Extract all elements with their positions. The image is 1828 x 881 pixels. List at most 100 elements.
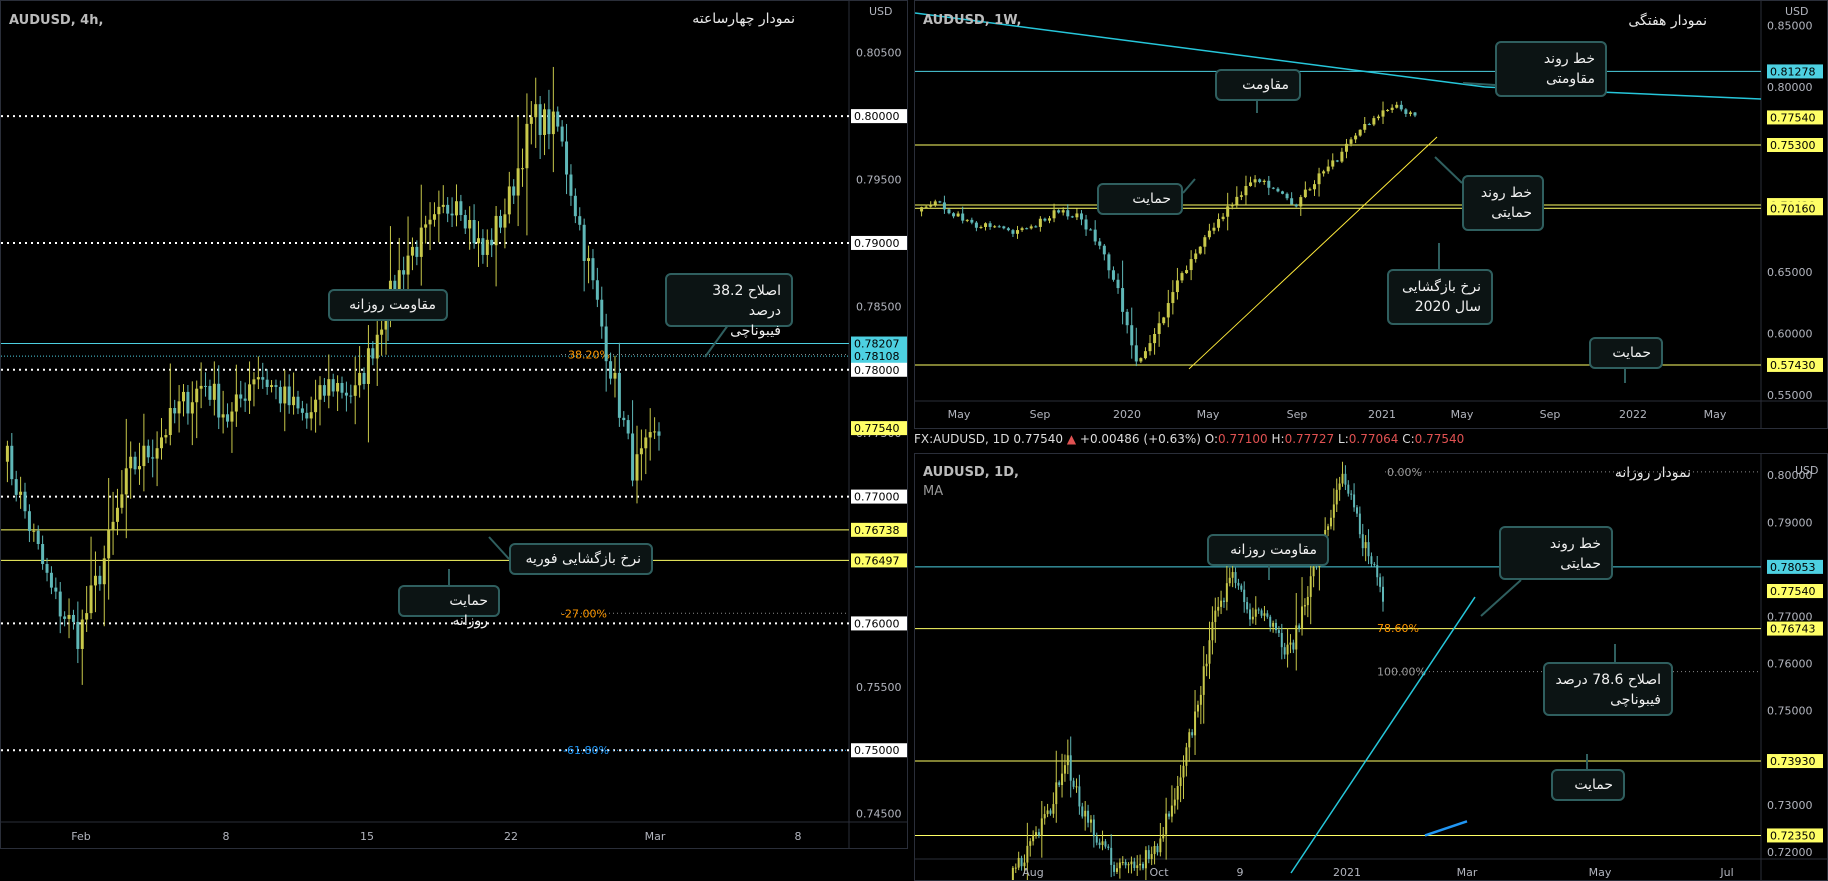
chart-weekly-panel[interactable]: 0.85000 0.80000 0.65000 0.60000 0.55000 0.812… [914,0,1828,429]
candle-body [609,361,613,379]
price-tick: 0.76000 [1767,658,1813,671]
candle-body [1162,317,1166,324]
candle-body [1115,868,1118,872]
candle-body [1046,810,1049,815]
candle-body [1127,864,1130,866]
candle-body [1196,704,1199,712]
candle-body [1153,333,1157,344]
candle-body [212,383,216,400]
candle-body [1240,585,1243,590]
candle-body [933,201,937,205]
candle-body [512,186,516,196]
candle-body [1266,613,1269,617]
candle-body [1286,644,1289,655]
candle-body [1298,625,1301,629]
candle-body [63,616,67,619]
candle-body [1139,358,1143,362]
candle-body [997,226,1001,228]
candle-body [261,377,265,380]
candle-body [1399,104,1403,110]
candle-body [182,391,186,402]
candle-body [243,398,247,401]
candle-body [164,435,168,438]
chart-daily-canvas[interactable]: 0.800000.790000.770000.760000.750000.740… [915,454,1828,881]
candle-body [1331,160,1335,167]
time-tick: Mar [1457,866,1478,879]
candle-body [314,399,318,413]
candle-body [1168,813,1171,817]
candle-body [27,511,31,531]
candle-body [468,220,472,229]
candle-body [1043,814,1046,819]
candle-body [322,385,326,396]
candle-body [1294,204,1298,207]
candle-body [1344,473,1347,485]
candle-body [353,385,357,396]
ohlc-high-label: H: [1271,432,1285,446]
candle-body [1049,810,1052,814]
candle-body [1390,107,1394,110]
candle-body [402,270,406,275]
candle-body [32,530,36,532]
candle-body [1214,610,1217,623]
candle-body [107,529,111,559]
candle-body [938,201,942,203]
candle-body [924,206,928,208]
candle-body [481,238,485,255]
time-tick: Sep [1287,408,1308,421]
time-tick: May [1704,408,1727,421]
candle-body [1038,218,1042,227]
candle-body [1121,862,1124,864]
time-tick: 8 [223,830,230,843]
candle-body [653,431,657,433]
price-tick: 0.80500 [856,47,902,60]
candle-body [1052,210,1056,219]
annotation-daily-resistance: مقاومت روزانه [1207,534,1329,566]
price-tag-label: 0.78000 [854,364,900,377]
chart-4h-canvas[interactable]: 0.80500 0.80000 0.79500 0.79000 0.78500 0.780… [1,1,908,849]
candle-body [617,372,621,418]
annotation-trend-support: خط روند حمایتی [1462,175,1544,231]
candle-body [1148,343,1152,352]
candle-body [14,479,18,495]
annotation-daily-resistance: مقاومت روزانه [328,289,448,321]
annotation-pointer [488,536,510,560]
candle-body [1263,613,1266,616]
candle-body [331,379,335,392]
candle-body [410,246,414,256]
currency-label: USD [869,5,893,18]
chart-daily-panel[interactable]: 0.800000.790000.770000.760000.750000.740… [914,453,1828,881]
candle-body [1176,786,1179,800]
time-tick: 2020 [1113,408,1141,421]
candle-body [1089,819,1092,823]
candle-body [1025,228,1029,230]
candle-body [1175,280,1179,293]
price-tag-label: 0.77540 [1770,585,1816,598]
candle-body [543,109,547,135]
candle-body [1329,517,1332,527]
candle-body [1379,577,1382,587]
ohlc-change: +0.00486 (+0.63%) [1079,432,1201,446]
candle-body [234,394,238,412]
chart-4h-panel[interactable]: 0.80500 0.80000 0.79500 0.79000 0.78500 0.780… [0,0,908,849]
candle-body [1144,850,1147,869]
chart-weekly-canvas[interactable]: 0.85000 0.80000 0.65000 0.60000 0.55000 0.812… [915,1,1828,429]
candle-body [1017,857,1020,868]
candle-body [1029,841,1032,846]
time-tick: Sep [1030,408,1051,421]
price-tick: 0.85000 [1767,20,1813,33]
candle-body [1254,609,1257,617]
candle-body [1121,288,1125,312]
candle-body [1153,845,1156,855]
price-tag-label: 0.77000 [854,491,900,504]
annotation-support-2: حمایت [1589,337,1663,369]
candle-body [1335,489,1338,505]
candle-body [344,392,348,396]
trend-support [1188,136,1438,370]
annotation-pointer [1182,178,1196,194]
candle-body [988,223,992,227]
candle-body [441,204,445,207]
candle-body [437,206,441,215]
candle-body [1312,566,1315,577]
price-tag-label: 0.73930 [1770,755,1816,768]
